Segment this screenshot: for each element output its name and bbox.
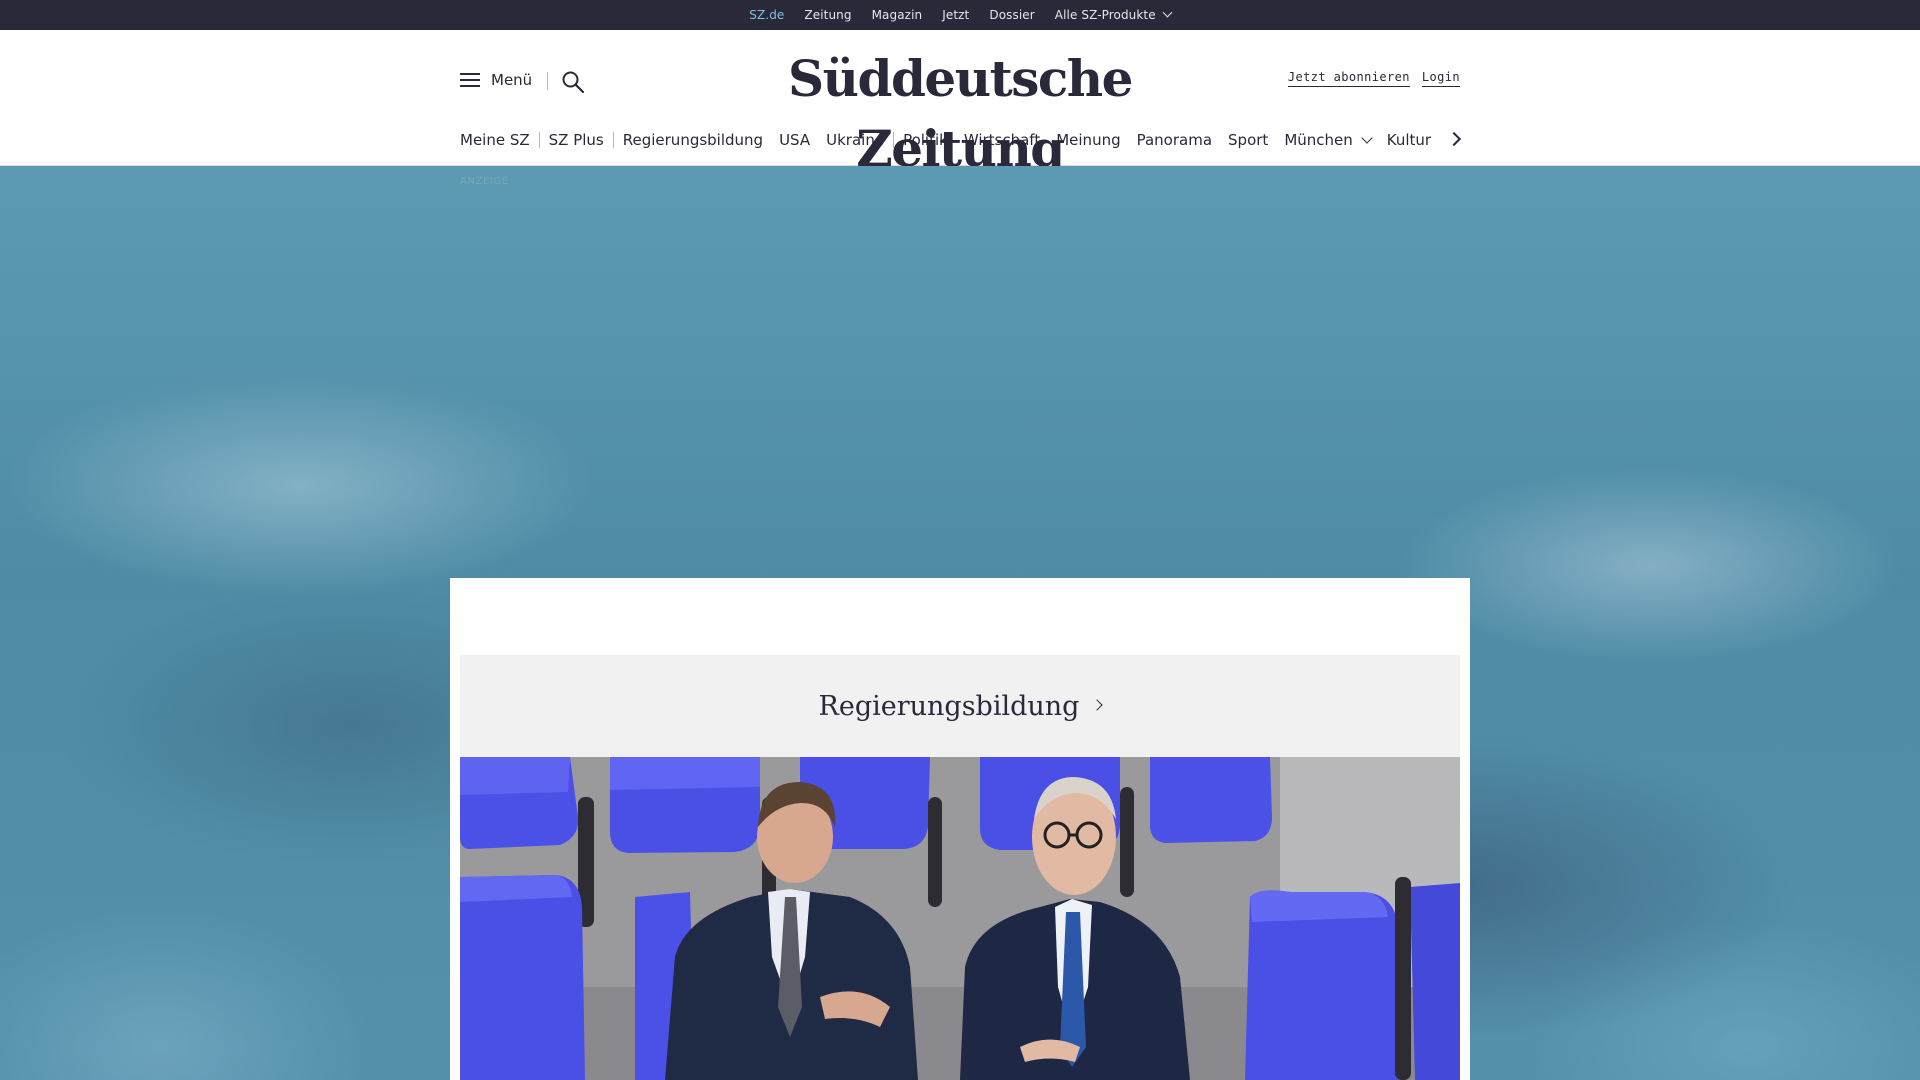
- nav-item-usa[interactable]: USA: [779, 131, 810, 149]
- nav-item-ukraine[interactable]: Ukraine: [826, 131, 884, 149]
- nav-item-politik[interactable]: Politik: [903, 131, 948, 149]
- subscribe-link[interactable]: Jetzt abonnieren: [1287, 70, 1410, 87]
- header-divider: [547, 72, 548, 90]
- menu-button[interactable]: Menü: [460, 71, 532, 89]
- nav-scroll-right-icon[interactable]: [1446, 131, 1462, 147]
- top-link-sz-de[interactable]: SZ.de: [749, 0, 784, 35]
- section-title: Regierungsbildung: [818, 690, 1080, 722]
- nav-item-sz-plus[interactable]: SZ Plus: [549, 131, 604, 149]
- top-link-alle-produkte-label: Alle SZ-Produkte: [1054, 8, 1156, 22]
- teaser-photo-illustration: [460, 757, 1460, 1080]
- nav-item-meinung[interactable]: Meinung: [1056, 131, 1120, 149]
- nav-separator: [538, 132, 540, 148]
- section-header-regierungsbildung[interactable]: Regierungsbildung: [460, 655, 1460, 757]
- content-card: Regierungsbildung: [450, 578, 1470, 1080]
- nav-item-kultur[interactable]: Kultur: [1387, 131, 1431, 149]
- nav-item-meine-sz[interactable]: Meine SZ: [460, 131, 530, 149]
- top-link-dossier[interactable]: Dossier: [989, 0, 1034, 30]
- chevron-down-icon: [1361, 132, 1373, 144]
- main-navigation: Meine SZ SZ Plus Regierungsbildung USA U…: [460, 125, 1447, 155]
- ad-label: ANZEIGE: [460, 176, 509, 187]
- hamburger-icon: [460, 72, 480, 88]
- nav-separator: [893, 132, 895, 148]
- nav-separator: [612, 132, 614, 148]
- nav-item-panorama[interactable]: Panorama: [1137, 131, 1212, 149]
- nav-item-wirtschaft[interactable]: Wirtschaft: [964, 131, 1040, 149]
- top-link-magazin[interactable]: Magazin: [872, 0, 923, 30]
- chevron-right-icon: [1091, 699, 1104, 711]
- login-link[interactable]: Login: [1421, 70, 1460, 87]
- teaser-photo[interactable]: [460, 757, 1460, 1080]
- top-link-alle-produkte[interactable]: Alle SZ-Produkte: [1054, 0, 1173, 30]
- top-product-bar: SZ.de Zeitung Magazin Jetzt Dossier Alle…: [0, 0, 1920, 35]
- top-product-links: SZ.de Zeitung Magazin Jetzt Dossier Alle…: [0, 0, 1920, 35]
- top-link-zeitung[interactable]: Zeitung: [804, 0, 851, 30]
- nav-item-muenchen[interactable]: München: [1284, 131, 1373, 149]
- search-icon[interactable]: [561, 70, 585, 94]
- nav-item-sport[interactable]: Sport: [1228, 131, 1268, 149]
- sz-logo[interactable]: Süddeutsche Zeitung: [718, 44, 1202, 178]
- nav-item-regierungsbildung[interactable]: Regierungsbildung: [623, 131, 763, 149]
- menu-label: Menü: [491, 71, 533, 89]
- top-link-jetzt[interactable]: Jetzt: [942, 0, 969, 30]
- nav-item-muenchen-label: München: [1284, 131, 1353, 149]
- header-account-links: Jetzt abonnieren Login: [1287, 70, 1460, 87]
- chevron-down-icon: [1162, 7, 1173, 18]
- site-header: Menü Süddeutsche Zeitung Jetzt abonniere…: [0, 30, 1920, 178]
